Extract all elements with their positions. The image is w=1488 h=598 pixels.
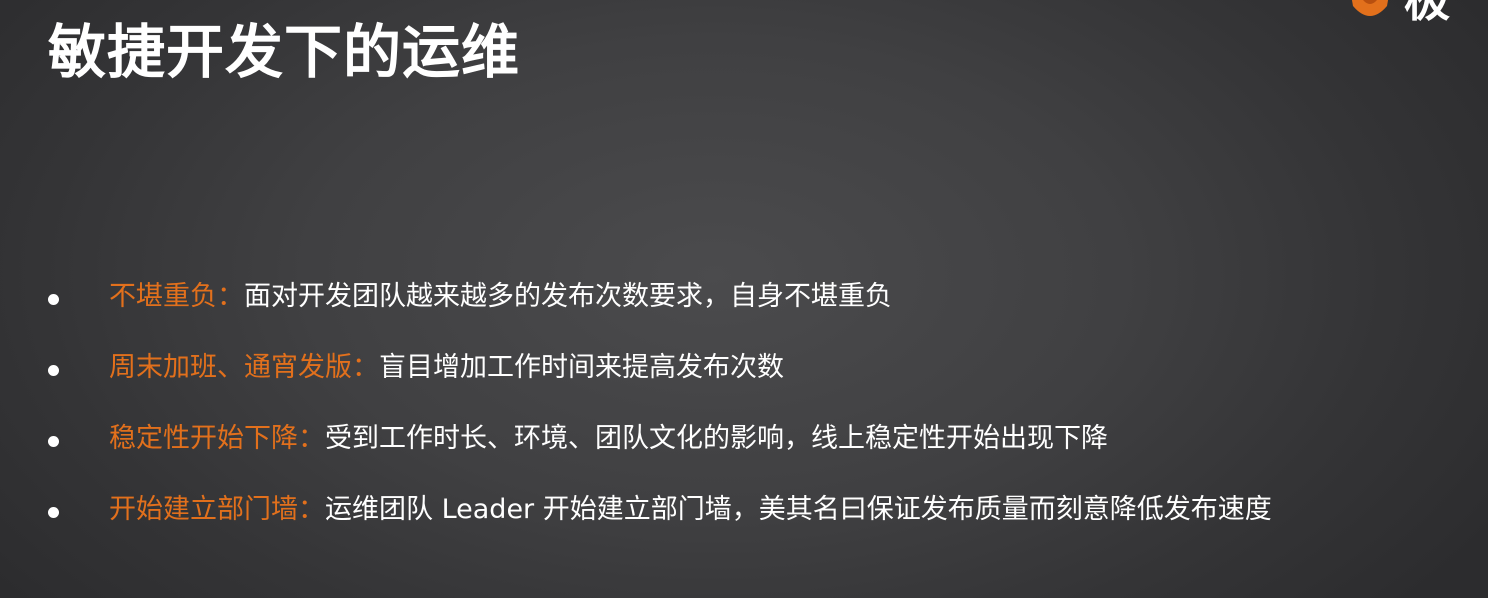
bullet-description: 面对开发团队越来越多的发布次数要求，自身不堪重负 <box>244 281 892 312</box>
slide-title: 敏捷开发下的运维 <box>48 18 521 86</box>
bullet-term: 不堪重负： <box>109 281 244 312</box>
bullet-text: 开始建立部门墙：运维团队 Leader 开始建立部门墙，美其名曰保证发布质量而刻… <box>109 489 1272 531</box>
logo-mark-icon <box>1351 0 1389 16</box>
bullet-text: 周末加班、通宵发版：盲目增加工作时间来提高发布次数 <box>109 347 784 389</box>
bullet-description: 盲目增加工作时间来提高发布次数 <box>379 352 784 383</box>
bullet-term: 稳定性开始下降： <box>109 423 325 454</box>
bullet-dot-icon <box>48 436 59 447</box>
bullet-dot-icon <box>48 365 59 376</box>
bullet-text: 不堪重负：面对开发团队越来越多的发布次数要求，自身不堪重负 <box>109 276 892 318</box>
brand-logo: 极 <box>1328 0 1488 40</box>
bullet-term: 开始建立部门墙： <box>109 494 325 525</box>
logo-text: 极 <box>1404 0 1450 27</box>
bullet-text: 稳定性开始下降：受到工作时长、环境、团队文化的影响，线上稳定性开始出现下降 <box>109 418 1108 460</box>
bullet-dot-icon <box>48 294 59 305</box>
bullet-term: 周末加班、通宵发版： <box>109 352 379 383</box>
bullet-description: 受到工作时长、环境、团队文化的影响，线上稳定性开始出现下降 <box>325 423 1108 454</box>
bullet-dot-icon <box>48 507 59 518</box>
bullet-description: 运维团队 Leader 开始建立部门墙，美其名曰保证发布质量而刻意降低发布速度 <box>325 494 1272 525</box>
slide: 敏捷开发下的运维 极 不堪重负：面对开发团队越来越多的发布次数要求，自身不堪重负… <box>0 0 1488 598</box>
